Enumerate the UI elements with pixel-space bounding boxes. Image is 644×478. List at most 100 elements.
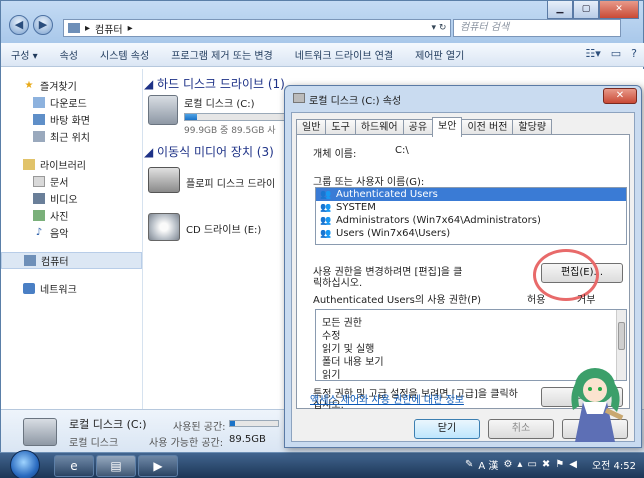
help-icon[interactable]: ? — [631, 47, 637, 60]
volume-icon[interactable]: ◀ — [569, 459, 577, 470]
language-bar-icon[interactable]: ✎ — [465, 459, 473, 470]
forward-arrow-icon[interactable]: ▶ — [33, 15, 53, 35]
edit-button[interactable]: 편집(E)... — [541, 263, 623, 283]
library-icon — [23, 159, 35, 170]
sidebar-item-computer[interactable]: 컴퓨터 — [1, 252, 142, 269]
address-bar[interactable]: ▸ 컴퓨터 ▸ — [63, 19, 451, 37]
ie-taskbar-icon[interactable]: e — [54, 455, 94, 477]
users-group-icon: 👥 — [320, 202, 332, 213]
user-users[interactable]: 👥 Users (Win7x64\Users) — [316, 227, 626, 240]
details-drive-name: 로컬 디스크 (C:) — [69, 418, 147, 431]
perm-read-execute: 읽기 및 실행 — [322, 344, 375, 355]
sidebar-item-music[interactable]: ♪ 음악 — [1, 224, 142, 241]
breadcrumb-separator[interactable]: ▸ — [128, 23, 133, 34]
sidebar-item-network[interactable]: 네트워크 — [1, 280, 142, 297]
floppy-drive-icon — [148, 167, 180, 193]
close-button[interactable]: 닫기 — [414, 419, 480, 439]
details-used-label: 사용된 공간: — [173, 422, 226, 433]
close-icon[interactable]: ✕ — [599, 1, 639, 19]
group-header-removable[interactable]: ◢ 이동식 미디어 장치 (3) — [144, 143, 274, 160]
group-header-hdd[interactable]: ◢ 하드 디스크 드라이브 (1) — [144, 75, 285, 92]
minimize-icon[interactable]: ▁ — [547, 1, 573, 19]
breadcrumb-computer[interactable]: 컴퓨터 — [95, 21, 123, 36]
sidebar-item-documents[interactable]: 문서 — [1, 173, 142, 190]
maximize-icon[interactable]: ▢ — [573, 1, 599, 19]
allow-column-label: 허용 — [527, 295, 546, 306]
properties-button[interactable]: 속성 — [60, 47, 78, 62]
sidebar-item-videos[interactable]: 비디오 — [1, 190, 142, 207]
view-options-icon[interactable]: ☷▾ — [585, 47, 600, 60]
collapse-arrow-icon: ◢ — [144, 77, 158, 91]
window-controls: ▁ ▢ ✕ — [547, 1, 639, 19]
cancel-button[interactable]: 취소 — [488, 419, 554, 439]
refresh-icon[interactable]: ▾ ↻ — [429, 20, 449, 36]
ime-settings-icon[interactable]: ⚙ — [503, 459, 512, 470]
documents-icon — [33, 176, 45, 187]
users-listbox[interactable]: 👥 Authenticated Users 👥 SYSTEM 👥 Adminis… — [315, 187, 627, 245]
drive-floppy[interactable]: 플로피 디스크 드라이 — [148, 167, 275, 193]
deny-column-label: 거부 — [577, 295, 596, 306]
sidebar-item-libraries[interactable]: 라이브러리 — [1, 156, 142, 173]
system-properties-button[interactable]: 시스템 속성 — [100, 47, 149, 62]
dialog-close-icon[interactable]: ✕ — [603, 88, 637, 104]
collapse-arrow-icon: ◢ — [144, 145, 158, 159]
organize-button[interactable]: 구성 ▾ — [11, 47, 38, 62]
details-usage-fill — [230, 421, 236, 426]
sidebar-item-pictures[interactable]: 사진 — [1, 207, 142, 224]
tab-strip: 일반 도구 하드웨어 공유 보안 이전 버전 할당량 — [296, 117, 553, 137]
search-input[interactable]: 컴퓨터 검색 — [453, 19, 621, 37]
view-controls: ☷▾ ▭ ? — [585, 47, 637, 60]
show-hidden-icons[interactable]: ▴ — [517, 459, 522, 470]
mascot-character-icon — [571, 368, 624, 442]
media-player-taskbar-icon[interactable]: ▶ — [138, 455, 178, 477]
preview-pane-icon[interactable]: ▭ — [611, 47, 621, 60]
computer-icon — [24, 255, 36, 266]
dialog-title: 로컬 디스크 (C:) 속성 — [309, 96, 402, 107]
details-drive-icon — [23, 418, 57, 446]
tray-app-icon[interactable]: ▭ — [527, 459, 536, 470]
explorer-titlebar: ◀ ▶ ▸ 컴퓨터 ▸ ▾ ↻ 컴퓨터 검색 ▁ ▢ ✕ — [1, 1, 643, 43]
network-error-icon[interactable]: ✖ — [542, 459, 550, 470]
back-arrow-icon[interactable]: ◀ — [9, 15, 29, 35]
recent-places-icon — [33, 131, 45, 142]
drive-title-icon — [293, 93, 305, 103]
sidebar-item-downloads[interactable]: 다운로드 — [1, 94, 142, 111]
details-usage-bar — [229, 420, 279, 427]
computer-small-icon — [68, 23, 80, 33]
permissions-for-label: Authenticated Users의 사용 권한(P) — [313, 295, 482, 306]
sidebar-item-desktop[interactable]: 바탕 화면 — [1, 111, 142, 128]
downloads-folder-icon — [33, 97, 45, 108]
cd-drive-icon — [148, 213, 180, 241]
taskbar-clock[interactable]: 오전 4:52 — [592, 457, 636, 472]
drive-cd-e[interactable]: CD 드라이브 (E:) — [148, 213, 261, 241]
groups-label: 그룹 또는 사용자 이름(G): — [313, 177, 425, 188]
sidebar-item-recent-places[interactable]: 최근 위치 — [1, 128, 142, 145]
open-control-panel-button[interactable]: 제어판 열기 — [415, 47, 464, 62]
scroll-thumb[interactable] — [618, 322, 625, 350]
pictures-icon — [33, 210, 45, 221]
flag-icon[interactable]: ⚑ — [555, 459, 564, 470]
perm-modify: 수정 — [322, 331, 341, 342]
object-name-label: 개체 이름: — [313, 149, 357, 160]
user-authenticated-users[interactable]: 👥 Authenticated Users — [316, 188, 626, 201]
user-system[interactable]: 👥 SYSTEM — [316, 201, 626, 214]
music-note-icon: ♪ — [35, 227, 43, 238]
desktop-icon — [33, 114, 45, 125]
details-free-value: 89.5GB — [229, 434, 266, 445]
drive-local-c[interactable]: 로컬 디스크 (C:) 99.9GB 중 89.5GB 사 — [148, 95, 294, 136]
breadcrumb-root-arrow[interactable]: ▸ — [85, 23, 90, 34]
object-name-value: C:\ — [395, 145, 409, 156]
dialog-titlebar[interactable]: 로컬 디스크 (C:) 속성 ✕ — [285, 86, 641, 111]
ime-indicator[interactable]: A 漢 — [478, 457, 498, 472]
properties-dialog: 로컬 디스크 (C:) 속성 ✕ 일반 도구 하드웨어 공유 보안 이전 버전 … — [284, 85, 642, 448]
explorer-taskbar-icon[interactable]: ▤ — [96, 455, 136, 477]
users-group-icon: 👥 — [320, 228, 332, 239]
users-group-icon: 👥 — [320, 189, 332, 200]
map-network-drive-button[interactable]: 네트워크 드라이브 연결 — [295, 47, 393, 62]
access-control-help-link[interactable]: 액세스 제어와 사용 권한에 대한 정보 — [310, 391, 464, 406]
uninstall-program-button[interactable]: 프로그램 제거 또는 변경 — [171, 47, 273, 62]
tab-security[interactable]: 보안 — [432, 117, 463, 137]
sidebar-item-favorites[interactable]: ★ 즐겨찾기 — [1, 77, 142, 94]
start-button[interactable] — [10, 450, 40, 478]
user-administrators[interactable]: 👥 Administrators (Win7x64\Administrators… — [316, 214, 626, 227]
